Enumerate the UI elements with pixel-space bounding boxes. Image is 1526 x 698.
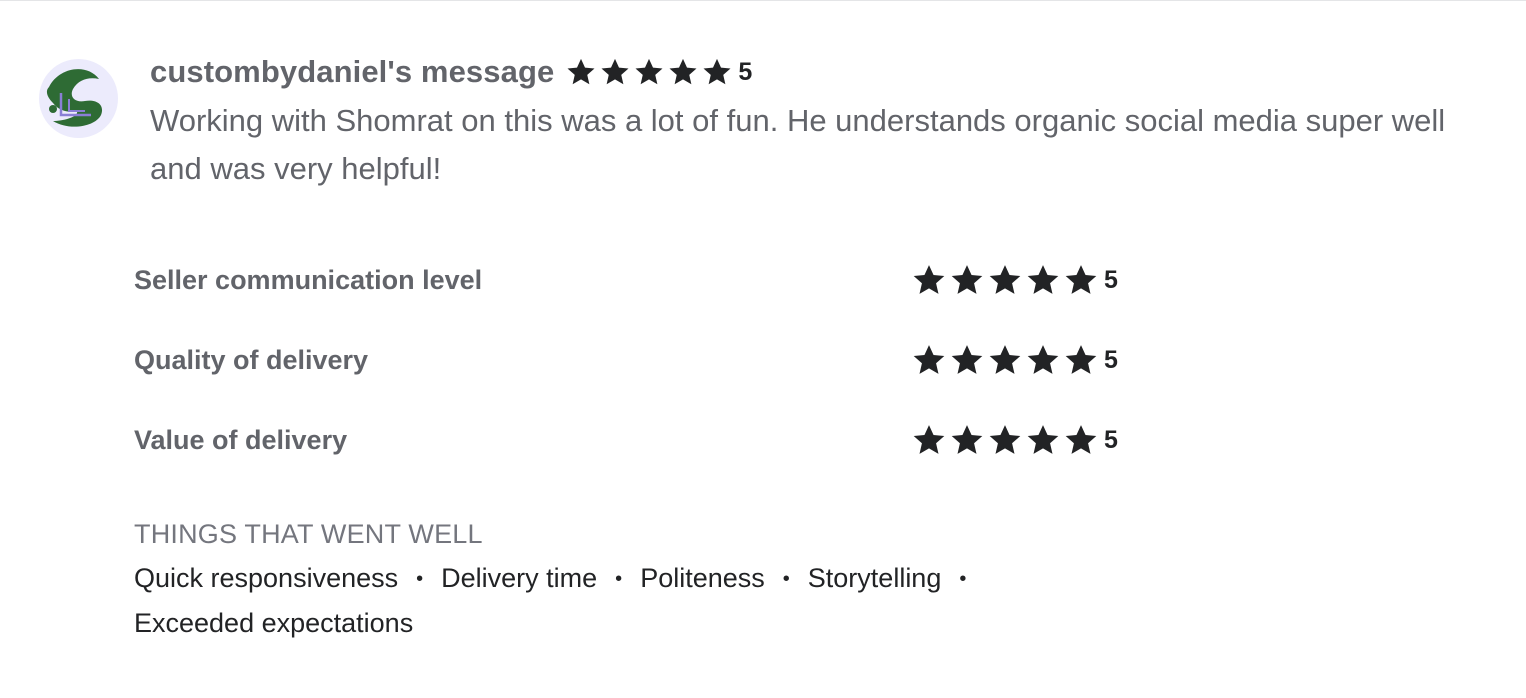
star-icon	[912, 343, 946, 377]
star-icon	[1026, 423, 1060, 457]
star-icon	[950, 263, 984, 297]
star-icon	[1064, 263, 1098, 297]
reviewer-name[interactable]: custombydaniel's message	[150, 54, 554, 90]
criteria-rating: 5	[912, 340, 1118, 380]
star-icon	[988, 343, 1022, 377]
criteria-rating-value: 5	[1104, 425, 1118, 454]
star-icon	[634, 57, 664, 87]
criteria-row-quality: Quality of delivery 5	[134, 340, 1134, 380]
overall-rating-stars	[566, 57, 732, 87]
reviewer-avatar[interactable]	[39, 59, 118, 138]
tag: Storytelling	[807, 563, 942, 593]
tag: Exceeded expectations	[134, 608, 414, 638]
star-icon	[1026, 343, 1060, 377]
bullet-separator: •	[959, 568, 967, 590]
bullet-separator: •	[615, 568, 623, 590]
review-card: custombydaniel's message 5 Working with …	[0, 0, 1526, 698]
overall-rating-value: 5	[738, 57, 753, 86]
criteria-rating: 5	[912, 260, 1118, 300]
star-icon	[1026, 263, 1060, 297]
criteria-row-communication: Seller communication level 5	[134, 260, 1134, 300]
star-icon	[950, 343, 984, 377]
star-icon	[988, 263, 1022, 297]
tag: Quick responsiveness	[134, 563, 399, 593]
criteria-rating-value: 5	[1104, 345, 1118, 374]
review-header: custombydaniel's message 5	[150, 50, 752, 94]
star-icon	[1064, 343, 1098, 377]
criteria-rating-value: 5	[1104, 265, 1118, 294]
star-icon	[988, 423, 1022, 457]
star-icon	[668, 57, 698, 87]
tag: Politeness	[640, 563, 765, 593]
bullet-separator: •	[782, 568, 790, 590]
tags-title: THINGS THAT WENT WELL	[134, 519, 483, 549]
review-message: Working with Shomrat on this was a lot o…	[150, 103, 1446, 186]
star-icon	[600, 57, 630, 87]
avatar-logo-icon	[46, 69, 103, 127]
criteria-label: Seller communication level	[134, 265, 483, 295]
star-icon	[566, 57, 596, 87]
tag: Delivery time	[441, 563, 598, 593]
tags-list: Quick responsiveness • Delivery time • Polit…	[134, 556, 1094, 645]
criteria-label: Quality of delivery	[134, 345, 369, 375]
star-icon	[912, 263, 946, 297]
star-icon	[912, 423, 946, 457]
star-icon	[702, 57, 732, 87]
criteria-row-value: Value of delivery 5	[134, 420, 1134, 460]
bullet-separator: •	[416, 568, 424, 590]
star-icon	[1064, 423, 1098, 457]
criteria-label: Value of delivery	[134, 425, 348, 455]
criteria-rating: 5	[912, 420, 1118, 460]
star-icon	[950, 423, 984, 457]
